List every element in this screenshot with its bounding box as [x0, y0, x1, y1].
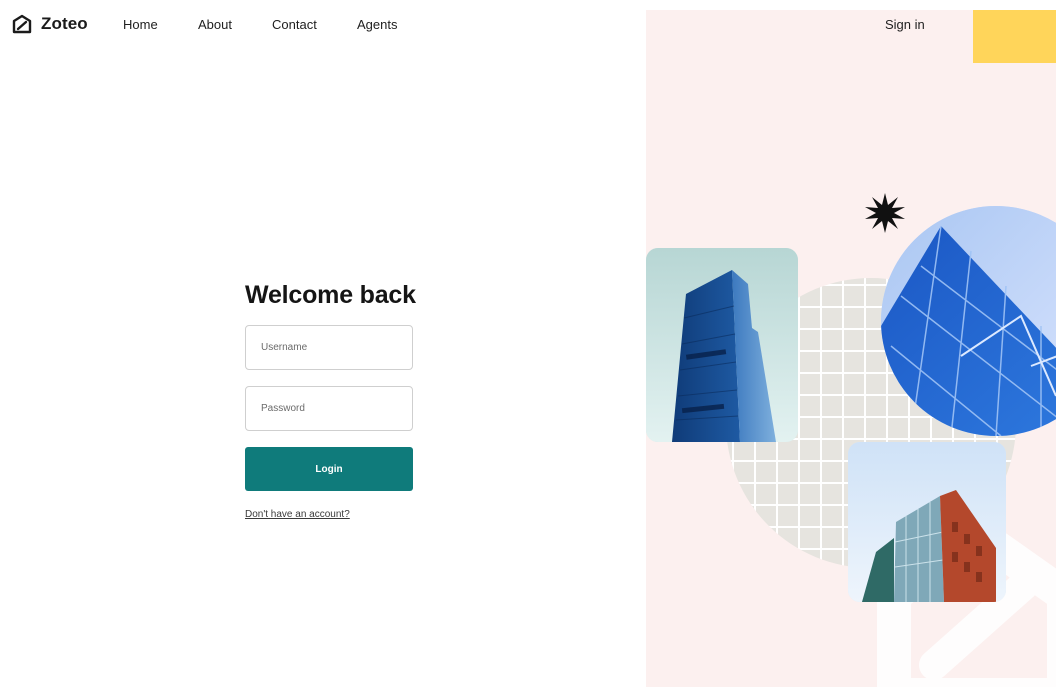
logo-link[interactable]: Zoteo [11, 14, 88, 34]
glass-tower-photo [646, 248, 798, 442]
password-input[interactable] [245, 386, 413, 431]
form-title: Welcome back [245, 281, 416, 309]
nav-home-link[interactable]: Home [123, 17, 158, 32]
sign-in-link[interactable]: Sign in [885, 17, 925, 32]
login-page: Zoteo Home About Contact Agents Sign in … [0, 0, 1056, 687]
nav-about-link[interactable]: About [198, 17, 232, 32]
hero-panel [646, 10, 1056, 687]
login-form: Welcome back Login Don't have an account… [245, 280, 416, 520]
logo-text: Zoteo [41, 14, 88, 33]
username-input[interactable] [245, 325, 413, 370]
signup-link[interactable]: Don't have an account? [245, 509, 350, 520]
zoteo-logo-icon [12, 14, 32, 34]
brick-glass-building-photo [848, 442, 1006, 602]
login-button[interactable]: Login [245, 447, 413, 491]
nav-contact-link[interactable]: Contact [272, 17, 317, 32]
accent-block [973, 10, 1056, 63]
nav-agents-link[interactable]: Agents [357, 17, 397, 32]
starburst-icon [865, 193, 905, 233]
